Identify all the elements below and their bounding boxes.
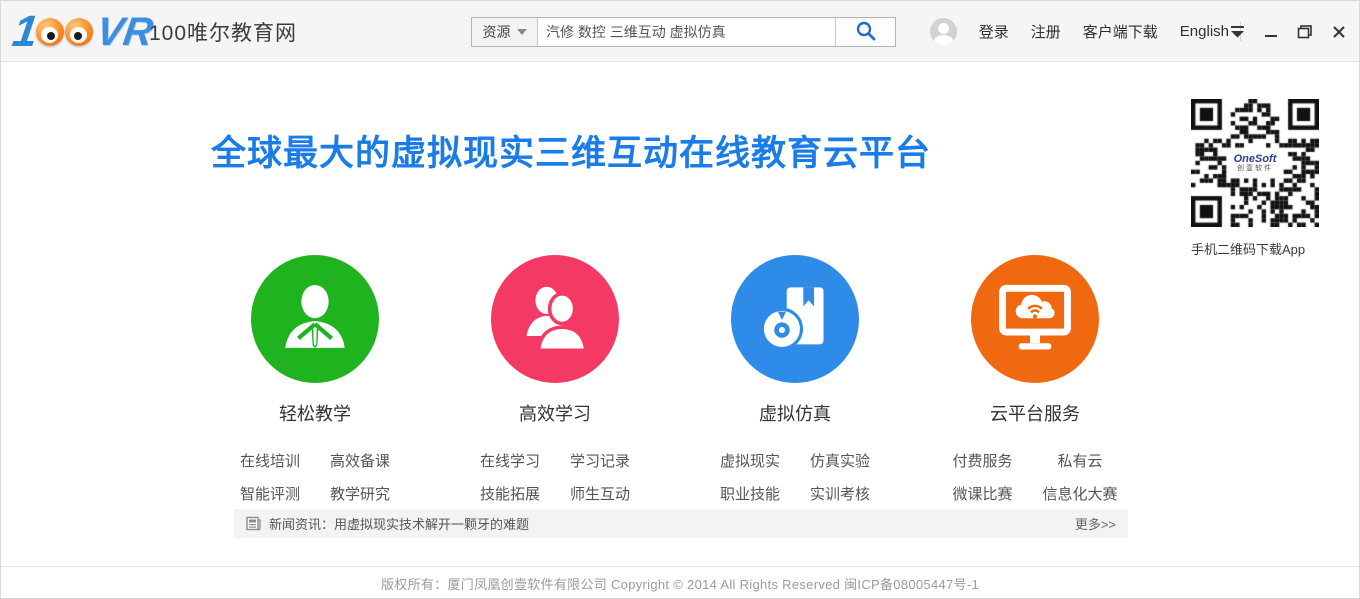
feature-link[interactable]: 高效备课: [330, 450, 390, 471]
feature-links: 付费服务 私有云 微课比赛 信息化大赛: [952, 450, 1117, 504]
footer: 版权所有：厦门凤凰创壹软件有限公司 Copyright © 2014 All R…: [1, 566, 1359, 599]
feature-link[interactable]: 技能拓展: [480, 483, 540, 504]
feature-cloud: 云平台服务 付费服务 私有云 微课比赛 信息化大赛: [915, 255, 1155, 504]
app-window: 1 VR 100唯尔教育网 资源 登录: [0, 0, 1360, 599]
feature-learning: 高效学习 在线学习 学习记录 技能拓展 师生互动: [435, 255, 675, 504]
register-link[interactable]: 注册: [1031, 21, 1061, 42]
feature-link[interactable]: 职业技能: [720, 483, 780, 504]
feature-title[interactable]: 高效学习: [519, 400, 591, 426]
logo-vr-text: VR: [95, 13, 156, 51]
page-title: 100唯尔教育网: [149, 1, 297, 62]
feature-title[interactable]: 云平台服务: [990, 400, 1080, 426]
user-area: 登录 注册 客户端下载 English: [930, 1, 1229, 62]
top-bar: 1 VR 100唯尔教育网 资源 登录: [1, 1, 1359, 62]
feature-learning-circle[interactable]: [491, 255, 619, 383]
close-icon[interactable]: [1327, 20, 1351, 44]
students-icon: [517, 279, 593, 360]
feature-teaching: 轻松教学 在线培训 高效备课 智能评测 教学研究: [195, 255, 435, 504]
feature-title[interactable]: 轻松教学: [279, 400, 351, 426]
qr-brand-subtext: 创壹软件: [1234, 165, 1277, 173]
feature-simulation: 虚拟仿真 虚拟现实 仿真实验 职业技能 实训考核: [675, 255, 915, 504]
feature-link[interactable]: 仿真实验: [810, 450, 870, 471]
site-logo[interactable]: 1 VR: [13, 10, 153, 54]
search-input[interactable]: [538, 18, 835, 46]
news-headline-link[interactable]: 新闻资讯：用虚拟现实技术解开一颗牙的难题: [269, 514, 529, 533]
qr-caption: 手机二维码下载App: [1191, 239, 1319, 258]
news-more-link[interactable]: 更多>>: [1075, 514, 1116, 533]
restore-icon[interactable]: [1293, 20, 1317, 44]
feature-link[interactable]: 信息化大赛: [1043, 483, 1118, 504]
feature-title[interactable]: 虚拟仿真: [759, 400, 831, 426]
feature-cloud-circle[interactable]: [971, 255, 1099, 383]
news-bar: 新闻资讯：用虚拟现实技术解开一颗牙的难题 更多>>: [234, 509, 1128, 538]
feature-links: 在线学习 学习记录 技能拓展 师生互动: [480, 450, 630, 504]
feature-simulation-circle[interactable]: [731, 255, 859, 383]
feature-link[interactable]: 智能评测: [240, 483, 300, 504]
logo-eye-icon: [65, 18, 93, 46]
copyright-text: 版权所有：厦门凤凰创壹软件有限公司 Copyright © 2014 All R…: [381, 574, 979, 593]
search-category-label: 资源: [483, 22, 511, 42]
language-link[interactable]: English: [1180, 23, 1229, 40]
features-row: 轻松教学 在线培训 高效备课 智能评测 教学研究 高: [195, 255, 1155, 504]
qr-center-logo: OneSoft 创壹软件: [1232, 153, 1279, 173]
newspaper-icon: [246, 516, 261, 531]
feature-link[interactable]: 在线培训: [240, 450, 300, 471]
feature-link[interactable]: 微课比赛: [952, 483, 1012, 504]
qr-block: OneSoft 创壹软件 手机二维码下载App: [1191, 99, 1319, 258]
chevron-down-icon: [517, 29, 527, 35]
login-link[interactable]: 登录: [979, 21, 1009, 42]
qr-code: OneSoft 创壹软件: [1191, 99, 1319, 227]
qr-brand-text: OneSoft: [1234, 153, 1277, 165]
feature-links: 虚拟现实 仿真实验 职业技能 实训考核: [720, 450, 870, 504]
teacher-icon: [277, 279, 353, 360]
feature-link[interactable]: 虚拟现实: [720, 450, 780, 471]
search-icon: [855, 20, 877, 45]
feature-link[interactable]: 教学研究: [330, 483, 390, 504]
logo-digit-one: 1: [10, 12, 38, 52]
menu-arrow-icon[interactable]: [1225, 20, 1249, 44]
search-box: 资源: [471, 17, 896, 47]
logo-eye-icon: [36, 18, 64, 46]
client-download-link[interactable]: 客户端下载: [1083, 21, 1158, 42]
feature-link[interactable]: 师生互动: [570, 483, 630, 504]
feature-link[interactable]: 在线学习: [480, 450, 540, 471]
feature-links: 在线培训 高效备课 智能评测 教学研究: [240, 450, 390, 504]
feature-link[interactable]: 私有云: [1058, 450, 1103, 471]
search-category-dropdown[interactable]: 资源: [472, 18, 538, 46]
feature-teaching-circle[interactable]: [251, 255, 379, 383]
main-headline: 全球最大的虚拟现实三维互动在线教育云平台: [1, 125, 1141, 176]
window-controls: [1225, 1, 1351, 62]
feature-link[interactable]: 学习记录: [570, 450, 630, 471]
book-disc-icon: [757, 279, 833, 360]
feature-link[interactable]: 付费服务: [952, 450, 1012, 471]
feature-link[interactable]: 实训考核: [810, 483, 870, 504]
avatar[interactable]: [930, 18, 957, 45]
search-button[interactable]: [835, 18, 895, 46]
minimize-icon[interactable]: [1259, 20, 1283, 44]
cloud-monitor-icon: [995, 277, 1075, 362]
